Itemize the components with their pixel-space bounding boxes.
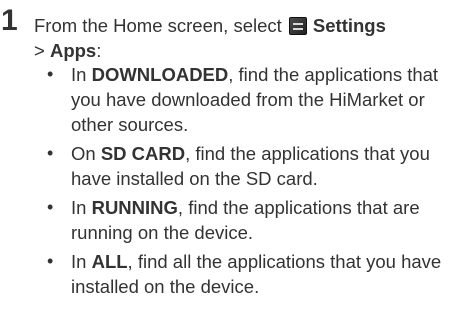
bullet-text-pre: In [71, 64, 92, 85]
bullet-dot: • [47, 197, 54, 217]
step-line-1-prefix: From the Home screen, select [34, 15, 282, 36]
bullet-item-downloaded: • In DOWNLOADED, find the applications t… [47, 62, 472, 137]
bullet-keyword-sd-card: SD CARD [100, 143, 186, 164]
apps-label: Apps [49, 40, 97, 61]
bullet-text-pre: On [71, 143, 101, 164]
step-line-1: From the Home screen, select Settings [34, 13, 474, 38]
step-line-2: > Apps: [34, 38, 474, 63]
bullet-keyword-downloaded: DOWNLOADED [91, 64, 229, 85]
bullet-text-pre: In [71, 251, 92, 272]
bullet-list: • In DOWNLOADED, find the applications t… [47, 62, 472, 303]
apps-colon: : [96, 40, 102, 61]
path-separator: > [34, 40, 50, 61]
bullet-dot: • [47, 143, 54, 163]
settings-label: Settings [312, 15, 386, 36]
bullet-item-all: • In ALL, find all the applications that… [47, 249, 472, 299]
settings-icon [288, 17, 307, 35]
step-number: 1 [1, 4, 18, 37]
bullet-dot: • [47, 251, 54, 271]
bullet-item-running: • In RUNNING, find the applications that… [47, 195, 472, 245]
bullet-text-pre: In [71, 197, 92, 218]
bullet-keyword-all: ALL [91, 251, 128, 272]
bullet-dot: • [47, 64, 54, 84]
step-instruction: From the Home screen, select Settings > … [34, 13, 474, 63]
bullet-item-sd-card: • On SD CARD, find the applications that… [47, 141, 472, 191]
bullet-keyword-running: RUNNING [91, 197, 178, 218]
